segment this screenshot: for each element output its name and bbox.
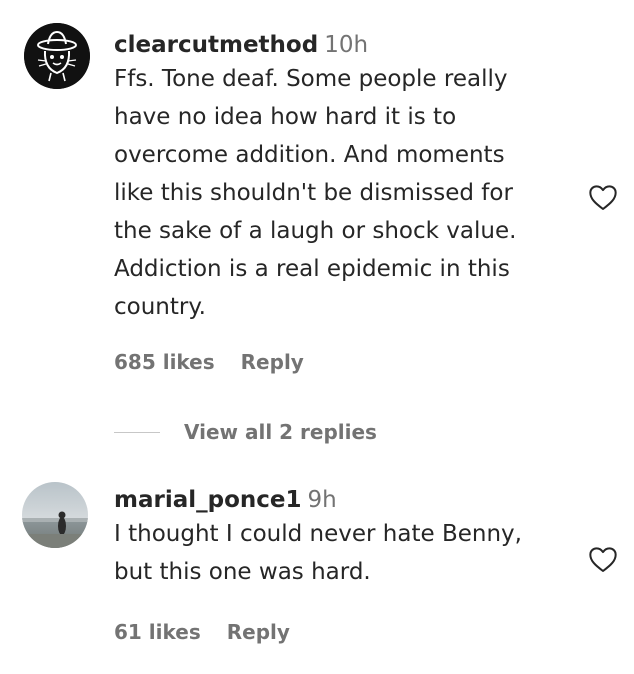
comment-content: clearcutmethod 10h Ffs. Tone deaf. Some p… [114,30,574,326]
sombrero-cat-logo-icon [24,23,90,89]
reply-button[interactable]: Reply [241,350,304,374]
timestamp[interactable]: 10h [324,32,368,58]
timestamp[interactable]: 9h [308,487,337,513]
username-link[interactable]: marial_ponce1 [114,487,302,513]
reply-button[interactable]: Reply [227,620,290,644]
comment-content: marial_ponce1 9h I thought I could never … [114,485,574,591]
like-heart-icon[interactable] [586,543,620,575]
comment-header: marial_ponce1 9h [114,485,574,515]
comment-actions: 685 likes Reply [114,350,304,374]
like-heart-icon[interactable] [586,181,620,213]
likes-count[interactable]: 685 likes [114,350,215,374]
comment-actions: 61 likes Reply [114,620,290,644]
comment-text: I thought I could never hate Benny, but … [114,521,522,585]
likes-count[interactable]: 61 likes [114,620,201,644]
avatar[interactable] [24,23,90,89]
view-replies-button[interactable]: View all 2 replies [114,416,377,448]
beach-photo-avatar [22,482,88,548]
avatar[interactable] [22,482,88,548]
comment-text: Ffs. Tone deaf. Some people really have … [114,66,517,320]
view-replies-label: View all 2 replies [184,420,377,444]
replies-divider-line [114,431,160,433]
username-link[interactable]: clearcutmethod [114,32,318,58]
comment-header: clearcutmethod 10h [114,30,574,60]
